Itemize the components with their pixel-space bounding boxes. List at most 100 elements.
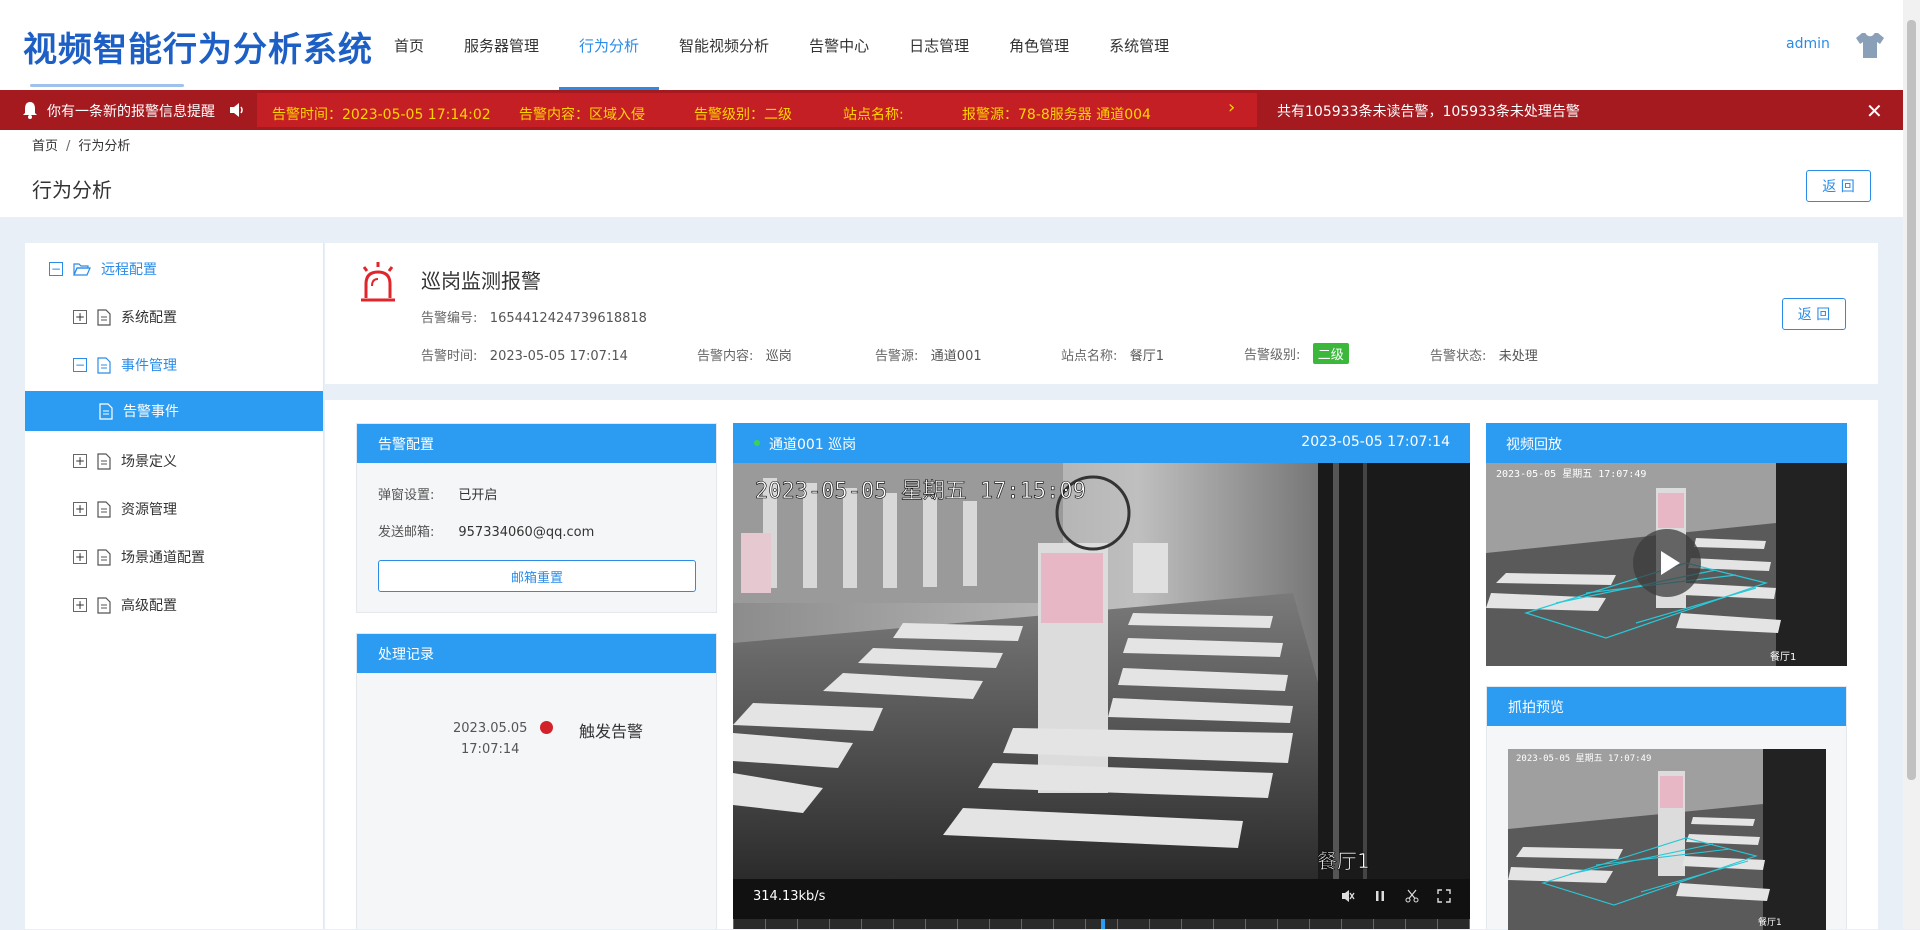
alarm-site-value: 餐厅1	[1129, 349, 1165, 364]
alert-ticker[interactable]: 告警时间：2023-05-05 17:14:02 告警内容：区域入侵 告警级别：…	[257, 93, 1257, 127]
document-icon	[97, 308, 111, 326]
nav-item-logs[interactable]: 日志管理	[889, 0, 989, 90]
video-timeline[interactable]	[733, 919, 1470, 929]
tree-item-advanced-config[interactable]: + 高级配置	[25, 585, 324, 625]
back-button[interactable]: 返 回	[1806, 170, 1871, 202]
folder-open-icon	[73, 263, 91, 276]
alert-summary: 共有105933条未读告警，105933条未处理告警	[1277, 104, 1580, 120]
playback-osd-name: 餐厅1	[1770, 650, 1796, 663]
alarm-status-value: 未处理	[1498, 349, 1538, 364]
pause-icon[interactable]	[1373, 889, 1387, 903]
tree-root-remote-config[interactable]: − 远程配置	[25, 249, 324, 289]
alarm-status-label: 告警状态:	[1430, 349, 1487, 364]
alarm-site-label: 站点名称:	[1061, 349, 1118, 364]
alert-level: 告警级别：二级	[694, 107, 792, 123]
processing-records-title: 处理记录	[357, 634, 716, 673]
tree-item-scene-channel-config[interactable]: + 场景通道配置	[25, 537, 324, 577]
tree-item-system-config[interactable]: + 系统配置	[25, 297, 324, 337]
speaker-icon[interactable]	[228, 102, 246, 118]
nav-item-server[interactable]: 服务器管理	[444, 0, 559, 90]
tree-item-label: 事件管理	[121, 358, 177, 374]
page-scrollbar[interactable]	[1903, 0, 1920, 929]
scrollbar-thumb[interactable]	[1907, 20, 1916, 780]
live-video-header: 通道001 巡岗 2023-05-05 17:07:14	[733, 423, 1470, 463]
tree-item-resource-management[interactable]: + 资源管理	[25, 489, 324, 529]
alarm-detail-content: 告警配置 弹窗设置: 已开启 发送邮箱: 957334060@qq.com 邮箱重置…	[325, 400, 1878, 930]
alert-notification-bar: 你有一条新的报警信息提醒 告警时间：2023-05-05 17:14:02 告警…	[0, 90, 1903, 130]
close-icon[interactable]: ✕	[1866, 99, 1883, 123]
mute-icon[interactable]	[1341, 889, 1355, 903]
playback-header: 视频回放	[1486, 423, 1847, 463]
nav-item-home[interactable]: 首页	[374, 0, 444, 90]
tree-item-label: 场景通道配置	[121, 550, 205, 566]
alert-time: 告警时间：2023-05-05 17:14:02	[272, 107, 491, 123]
snapshot-title: 抓拍预览	[1487, 687, 1846, 726]
tree-item-label: 告警事件	[123, 404, 179, 420]
page-header: 首页 / 行为分析 行为分析 返 回	[0, 130, 1903, 217]
tree-item-scene-definition[interactable]: + 场景定义	[25, 441, 324, 481]
alarm-source-label: 告警源:	[875, 349, 919, 364]
expand-icon[interactable]: +	[73, 502, 87, 516]
main-nav: 首页 服务器管理 行为分析 智能视频分析 告警中心 日志管理 角色管理 系统管理	[374, 0, 1189, 90]
config-tree-sidebar: − 远程配置 + 系统配置 − 事件管理 告警事件 + 场景定义 + 资源管理 …	[25, 243, 324, 929]
live-video-player[interactable]: 通道001 巡岗 2023-05-05 17:07:14 2023-05-05 …	[733, 423, 1470, 929]
play-icon	[1661, 551, 1680, 575]
nav-item-behavior[interactable]: 行为分析	[559, 0, 660, 90]
expand-icon[interactable]: +	[73, 598, 87, 612]
document-icon	[97, 500, 111, 518]
collapse-icon[interactable]: −	[73, 358, 87, 372]
timeline-cursor[interactable]	[1101, 919, 1105, 929]
playback-osd-time: 2023-05-05 星期五 17:07:49	[1496, 468, 1646, 480]
alarm-level-label: 告警级别:	[1244, 348, 1301, 363]
alarm-time-value: 2023-05-05 17:07:14	[489, 349, 628, 364]
expand-icon[interactable]: +	[73, 550, 87, 564]
play-button[interactable]	[1633, 529, 1701, 597]
email-reset-button[interactable]: 邮箱重置	[378, 560, 696, 592]
alarm-back-button[interactable]: 返 回	[1782, 298, 1846, 330]
nav-item-roles[interactable]: 角色管理	[989, 0, 1089, 90]
record-event: 触发告警	[579, 722, 644, 741]
tree-item-alarm-events[interactable]: 告警事件	[25, 391, 324, 431]
video-control-bar: 314.13kb/s	[733, 879, 1470, 929]
tree-item-label: 场景定义	[121, 454, 177, 470]
fullscreen-icon[interactable]	[1437, 889, 1451, 903]
alert-title: 你有一条新的报警信息提醒	[47, 104, 215, 120]
scissors-icon[interactable]	[1405, 889, 1419, 903]
document-icon	[97, 356, 111, 374]
user-name[interactable]: admin	[1786, 36, 1830, 52]
alarm-time-row: 告警时间: 2023-05-05 17:07:14	[421, 345, 628, 364]
snapshot-image[interactable]: 2023-05-05 星期五 17:07:49 餐厅1	[1508, 749, 1826, 930]
page-title: 行为分析	[32, 178, 112, 202]
email-value: 957334060@qq.com	[458, 525, 595, 540]
bell-icon	[23, 102, 37, 119]
expand-icon[interactable]: +	[73, 454, 87, 468]
breadcrumb-home[interactable]: 首页	[32, 139, 58, 154]
popup-setting-value: 已开启	[458, 488, 498, 503]
alarm-level-row: 告警级别: 二级	[1244, 343, 1349, 364]
document-icon	[97, 452, 111, 470]
nav-item-system[interactable]: 系统管理	[1089, 0, 1189, 90]
breadcrumb: 首页 / 行为分析	[32, 135, 130, 154]
alarm-level-badge: 二级	[1312, 343, 1349, 364]
collapse-icon[interactable]: −	[49, 262, 63, 276]
alert-site: 站点名称:	[843, 107, 904, 123]
snapshot-osd-time: 2023-05-05 星期五 17:07:49	[1516, 753, 1651, 764]
record-dot	[540, 721, 553, 734]
tree-item-event-management[interactable]: − 事件管理	[25, 345, 324, 385]
alarm-site-row: 站点名称: 餐厅1	[1061, 345, 1164, 364]
alarm-source-value: 通道001	[930, 349, 982, 364]
snapshot-panel: 抓拍预览 2023-05-05 星期五 17:07:49 餐厅1	[1486, 686, 1847, 930]
popup-setting-row: 弹窗设置: 已开启	[378, 484, 497, 503]
live-osd-name: 餐厅1	[1317, 849, 1370, 873]
alarm-content-label: 告警内容:	[697, 349, 754, 364]
breadcrumb-current: 行为分析	[78, 139, 131, 154]
chevron-right-icon[interactable]: ›	[1228, 97, 1235, 118]
live-video-frame: 2023-05-05 星期五 17:15:09 餐厅1	[733, 463, 1470, 879]
record-time: 17:07:14	[461, 742, 520, 757]
expand-icon[interactable]: +	[73, 310, 87, 324]
nav-item-video-analysis[interactable]: 智能视频分析	[659, 0, 789, 90]
playback-video-player[interactable]: 视频回放 2023-05-05 星期五 17:07:49 餐厅1	[1486, 423, 1847, 666]
alarm-id-label: 告警编号:	[421, 311, 478, 326]
shirt-icon[interactable]	[1852, 30, 1888, 60]
nav-item-alarm-center[interactable]: 告警中心	[789, 0, 889, 90]
